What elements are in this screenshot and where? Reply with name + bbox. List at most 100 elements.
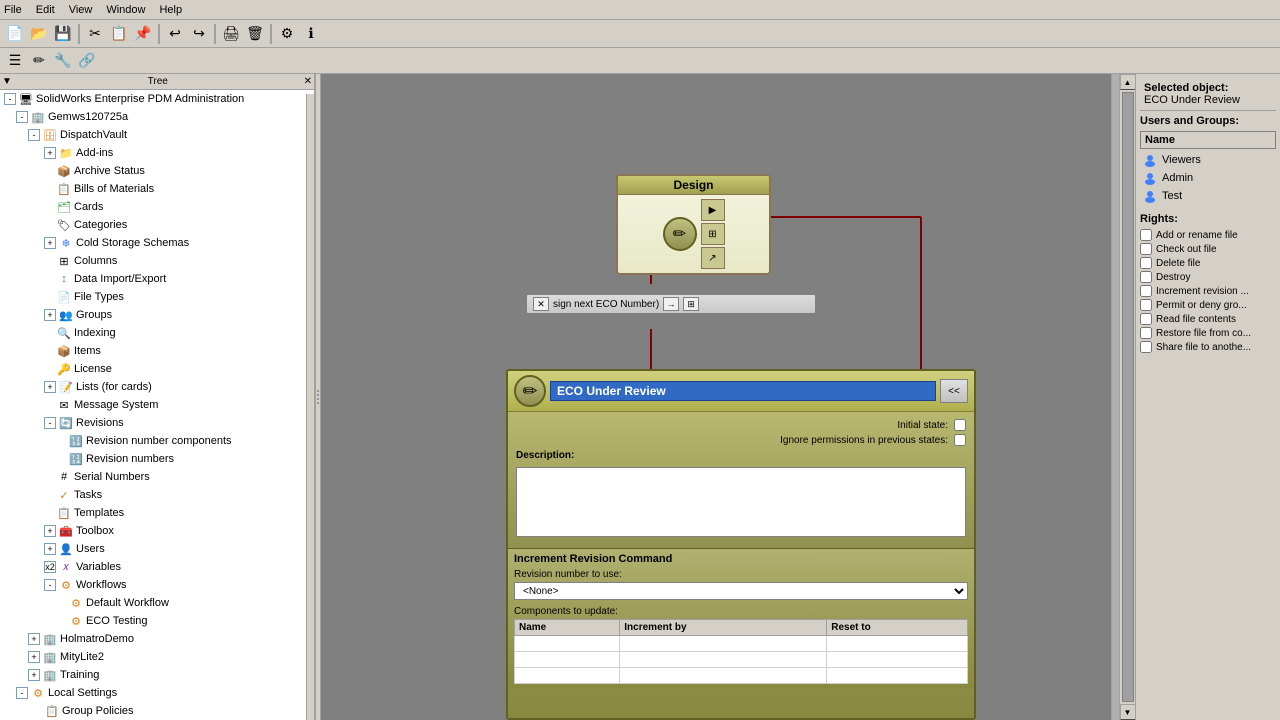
workflows-expander[interactable]: - [44,579,56,591]
state-action-icon-2[interactable]: ⊞ [701,223,725,245]
save-button[interactable]: 💾 [52,23,74,45]
tree-item-message[interactable]: ✉ Message System [0,396,314,414]
right-increment-checkbox[interactable] [1140,285,1152,297]
mity-expander[interactable]: + [28,651,40,663]
groups-expander[interactable]: + [44,309,56,321]
tree-item-indexing[interactable]: 🔍 Indexing [0,324,314,342]
tree-item-local-settings[interactable]: - ⚙ Local Settings [0,684,314,702]
print-button[interactable]: 🖨 [220,23,242,45]
users-expander[interactable]: + [44,543,56,555]
right-delete-checkbox[interactable] [1140,257,1152,269]
tree-item-categories[interactable]: 🏷 Categories [0,216,314,234]
tool-btn-2[interactable]: ✏ [28,50,50,72]
tree-item-archive[interactable]: 📦 Archive Status [0,162,314,180]
tree-item-templates[interactable]: 📋 Templates [0,504,314,522]
menu-help[interactable]: Help [159,4,182,16]
tree-item-bom[interactable]: 📋 Bills of Materials [0,180,314,198]
user-admin[interactable]: Admin [1140,169,1276,187]
user-test[interactable]: Test [1140,187,1276,205]
revision-number-select[interactable]: <None> [514,582,968,600]
new-button[interactable]: 📄 [4,23,26,45]
menu-view[interactable]: View [69,4,93,16]
local-expander[interactable]: - [16,687,28,699]
tool-btn-4[interactable]: 🔗 [76,50,98,72]
tree-item-gemws[interactable]: - 🏢 Gemws120725a [0,108,314,126]
hol-expander[interactable]: + [28,633,40,645]
menu-edit[interactable]: Edit [36,4,55,16]
trans-settings-icon[interactable]: ⊞ [683,297,699,311]
tree-item-eco-testing[interactable]: ⚙ ECO Testing [0,612,314,630]
tree-item-filetypes[interactable]: 📄 File Types [0,288,314,306]
tree-item-group-policies[interactable]: 📋 Group Policies [0,702,314,720]
right-destroy-checkbox[interactable] [1140,271,1152,283]
canvas-scroll-down[interactable]: ▼ [1120,704,1136,720]
cold-expander[interactable]: + [44,237,56,249]
tree-item-groups[interactable]: + 👥 Groups [0,306,314,324]
tree-item-revcomp[interactable]: 🔢 Revision number components [0,432,314,450]
state-action-icon-3[interactable]: ↗ [701,247,725,269]
initial-state-checkbox[interactable] [954,419,966,431]
tree-item-tasks[interactable]: ✓ Tasks [0,486,314,504]
variables-expander[interactable]: x2 [44,561,56,573]
user-viewers[interactable]: Viewers [1140,151,1276,169]
tree-item-columns[interactable]: ⊞ Columns [0,252,314,270]
state-action-icon-1[interactable]: ▶ [701,199,725,221]
tree-item-hol[interactable]: + 🏢 HolmatroDemo [0,630,314,648]
dispatch-expander[interactable]: - [28,129,40,141]
tree-item-license[interactable]: 🔑 License [0,360,314,378]
right-add-rename-checkbox[interactable] [1140,229,1152,241]
right-read-checkbox[interactable] [1140,313,1152,325]
tree-item-addins[interactable]: + 📁 Add-ins [0,144,314,162]
tree-item-serial[interactable]: # Serial Numbers [0,468,314,486]
tree-item-workflows[interactable]: - ⚙ Workflows [0,576,314,594]
tree-item-cards[interactable]: 🗂 Cards [0,198,314,216]
tree-item-cold[interactable]: + ❄ Cold Storage Schemas [0,234,314,252]
undo-button[interactable]: ↩ [164,23,186,45]
revisions-expander[interactable]: - [44,417,56,429]
trans-ok-icon[interactable]: → [663,297,679,311]
tree-item-training[interactable]: + 🏢 Training [0,666,314,684]
tree-item-variables[interactable]: x2 𝑥 Variables [0,558,314,576]
tree-item-users[interactable]: + 👤 Users [0,540,314,558]
tree-item-dataimport[interactable]: ↕ Data Import/Export [0,270,314,288]
tool-btn-3[interactable]: 🔧 [52,50,74,72]
tree-item-revisions[interactable]: - 🔄 Revisions [0,414,314,432]
redo-button[interactable]: ↪ [188,23,210,45]
tree-root[interactable]: - 🖥 SolidWorks Enterprise PDM Administra… [0,90,314,108]
toolbox-expander[interactable]: + [44,525,56,537]
addins-expander[interactable]: + [44,147,56,159]
delete-button[interactable]: 🗑 [244,23,266,45]
canvas-scroll-up[interactable]: ▲ [1120,74,1136,90]
tree-item-dispatchvault[interactable]: - 🗄 DispatchVault [0,126,314,144]
tree-item-mity[interactable]: + 🏢 MityLite2 [0,648,314,666]
ignore-permissions-checkbox[interactable] [954,434,966,446]
tree-container[interactable]: - 🖥 SolidWorks Enterprise PDM Administra… [0,90,314,720]
tree-item-toolbox[interactable]: + 🧰 Toolbox [0,522,314,540]
tool-btn-1[interactable]: ☰ [4,50,26,72]
lists-expander[interactable]: + [44,381,56,393]
info-button[interactable]: ℹ [300,23,322,45]
copy-button[interactable]: 📋 [108,23,130,45]
cut-button[interactable]: ✂ [84,23,106,45]
state-dialog-back-btn[interactable]: << [940,379,968,403]
gemws-expander[interactable]: - [16,111,28,123]
root-expander[interactable]: - [4,93,16,105]
menu-window[interactable]: Window [106,4,145,16]
collapse-arrow[interactable]: ▼ [2,76,12,87]
design-state-box[interactable]: Design ✏ ▶ ⊞ ↗ [616,174,771,275]
close-panel-btn[interactable]: ✕ [304,76,312,87]
menu-file[interactable]: File [4,4,22,16]
tree-item-revnum[interactable]: 🔢 Revision numbers [0,450,314,468]
tree-item-default-workflow[interactable]: ⚙ Default Workflow [0,594,314,612]
right-restore-checkbox[interactable] [1140,327,1152,339]
right-share-checkbox[interactable] [1140,341,1152,353]
settings-button[interactable]: ⚙ [276,23,298,45]
tree-item-lists[interactable]: + 📝 Lists (for cards) [0,378,314,396]
right-permit-checkbox[interactable] [1140,299,1152,311]
tree-item-items[interactable]: 📦 Items [0,342,314,360]
right-checkout-checkbox[interactable] [1140,243,1152,255]
trans-deny-icon[interactable]: ✕ [533,297,549,311]
transition-box[interactable]: ✕ sign next ECO Number) → ⊞ [526,294,816,314]
open-button[interactable]: 📂 [28,23,50,45]
training-expander[interactable]: + [28,669,40,681]
